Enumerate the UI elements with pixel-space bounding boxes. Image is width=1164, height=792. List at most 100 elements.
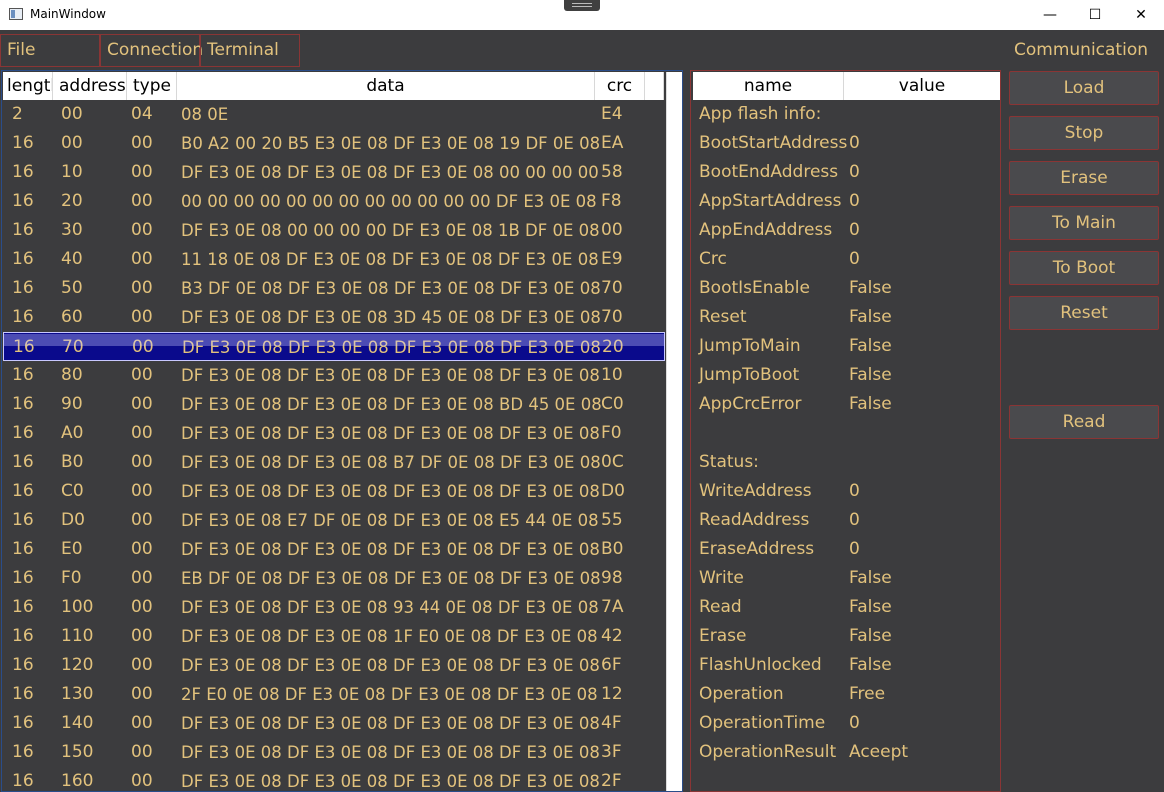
cell-crc: 98 xyxy=(601,568,623,588)
hex-records-table[interactable]: length address type data crc 2 00 04 08 0E E… xyxy=(1,70,683,792)
cell-length: 16 xyxy=(13,337,35,357)
table-row[interactable]: 16 20 00 00 00 00 00 00 00 00 00 00 00 00 0… xyxy=(3,187,665,216)
menu-connection[interactable]: Connection xyxy=(100,34,203,67)
cell-data: DF E3 0E 08 DF E3 0E 08 B7 DF 0E 08 DF E… xyxy=(181,453,601,472)
cell-address: E0 xyxy=(61,539,83,559)
cell-data: DF E3 0E 08 DF E3 0E 08 DF E3 0E 08 DF E… xyxy=(181,772,600,791)
table-row[interactable]: 16 00 00 B0 A2 00 20 B5 E3 0E 08 DF E3 0E 0… xyxy=(3,129,665,158)
info-name: AppEndAddress xyxy=(699,220,833,240)
info-row[interactable]: Erase False xyxy=(691,622,1000,651)
info-row[interactable]: BootIsEnable False xyxy=(691,274,1000,303)
cell-address: 20 xyxy=(61,191,83,211)
to-main-button[interactable]: To Main xyxy=(1009,206,1159,240)
info-row[interactable]: Crc 0 xyxy=(691,245,1000,274)
info-row[interactable]: Operation Free xyxy=(691,680,1000,709)
info-row[interactable]: App flash info: xyxy=(691,100,1000,129)
column-header-crc[interactable]: crc xyxy=(595,72,645,100)
info-name: ReadAddress xyxy=(699,510,810,530)
info-row[interactable]: Reset False xyxy=(691,303,1000,332)
table-row[interactable]: 16 30 00 DF E3 0E 08 00 00 00 00 DF E3 0E 0… xyxy=(3,216,665,245)
table-row[interactable]: 16 90 00 DF E3 0E 08 DF E3 0E 08 DF E3 0E 0… xyxy=(3,390,665,419)
cell-data: DF E3 0E 08 DF E3 0E 08 DF E3 0E 08 DF E… xyxy=(181,482,600,501)
column-header-length[interactable]: length xyxy=(3,72,53,100)
cell-crc: 70 xyxy=(601,307,623,327)
table-row[interactable]: 16 50 00 B3 DF 0E 08 DF E3 0E 08 DF E3 0E 0… xyxy=(3,274,665,303)
app-window-icon xyxy=(9,8,23,20)
info-row[interactable]: AppStartAddress 0 xyxy=(691,187,1000,216)
info-value: 0 xyxy=(849,162,860,182)
cell-length: 16 xyxy=(12,307,34,327)
cell-type: 00 xyxy=(131,220,153,240)
table-row[interactable]: 16 140 00 DF E3 0E 08 DF E3 0E 08 DF E3 0E … xyxy=(3,709,665,738)
column-header-name[interactable]: name xyxy=(693,72,844,100)
table-row[interactable]: 16 100 00 DF E3 0E 08 DF E3 0E 08 93 44 0E … xyxy=(3,593,665,622)
column-header-address[interactable]: address xyxy=(53,72,127,100)
info-row[interactable]: BootStartAddress 0 xyxy=(691,129,1000,158)
info-row[interactable]: AppCrcError False xyxy=(691,390,1000,419)
table-row[interactable]: 16 160 00 DF E3 0E 08 DF E3 0E 08 DF E3 0E … xyxy=(3,767,665,791)
table-row[interactable]: 16 A0 00 DF E3 0E 08 DF E3 0E 08 DF E3 0E 0… xyxy=(3,419,665,448)
cell-crc: 4F xyxy=(601,713,622,733)
cell-address: 110 xyxy=(61,626,94,646)
table-row[interactable]: 16 D0 00 DF E3 0E 08 E7 DF 0E 08 DF E3 0E 0… xyxy=(3,506,665,535)
load-button[interactable]: Load xyxy=(1009,71,1159,105)
info-row[interactable]: AppEndAddress 0 xyxy=(691,216,1000,245)
info-row[interactable]: WriteAddress 0 xyxy=(691,477,1000,506)
info-value: False xyxy=(849,597,892,617)
info-row[interactable]: ReadAddress 0 xyxy=(691,506,1000,535)
column-header-data[interactable]: data xyxy=(177,72,595,100)
menu-file[interactable]: File xyxy=(0,34,100,67)
table-row[interactable]: 16 E0 00 DF E3 0E 08 DF E3 0E 08 DF E3 0E 0… xyxy=(3,535,665,564)
erase-button[interactable]: Erase xyxy=(1009,161,1159,195)
info-value: 0 xyxy=(849,539,860,559)
cell-data: 00 00 00 00 00 00 00 00 00 00 00 00 DF E… xyxy=(181,192,597,211)
table-row[interactable]: 16 130 00 2F E0 0E 08 DF E3 0E 08 DF E3 0E … xyxy=(3,680,665,709)
close-button[interactable]: ✕ xyxy=(1118,0,1164,30)
info-name: BootIsEnable xyxy=(699,278,810,298)
to-boot-button[interactable]: To Boot xyxy=(1009,251,1159,285)
table-row[interactable]: 16 60 00 DF E3 0E 08 DF E3 0E 08 3D 45 0E 0… xyxy=(3,303,665,332)
table-row[interactable]: 16 80 00 DF E3 0E 08 DF E3 0E 08 DF E3 0E 0… xyxy=(3,361,665,390)
table-row[interactable]: 16 110 00 DF E3 0E 08 DF E3 0E 08 1F E0 0E … xyxy=(3,622,665,651)
table-row[interactable]: 16 40 00 11 18 0E 08 DF E3 0E 08 DF E3 0E 0… xyxy=(3,245,665,274)
maximize-button[interactable]: ☐ xyxy=(1072,0,1118,30)
table-row[interactable]: 16 150 00 DF E3 0E 08 DF E3 0E 08 DF E3 0E … xyxy=(3,738,665,767)
info-row[interactable]: JumpToMain False xyxy=(691,332,1000,361)
table-row[interactable]: 16 C0 00 DF E3 0E 08 DF E3 0E 08 DF E3 0E 0… xyxy=(3,477,665,506)
info-row[interactable]: Read False xyxy=(691,593,1000,622)
info-row[interactable]: JumpToBoot False xyxy=(691,361,1000,390)
reset-button[interactable]: Reset xyxy=(1009,296,1159,330)
info-row[interactable]: Write False xyxy=(691,564,1000,593)
cell-data: EB DF 0E 08 DF E3 0E 08 DF E3 0E 08 DF E… xyxy=(181,569,601,588)
info-row[interactable]: EraseAddress 0 xyxy=(691,535,1000,564)
info-row[interactable]: OperationTime 0 xyxy=(691,709,1000,738)
cell-length: 16 xyxy=(12,684,34,704)
minimize-button[interactable]: — xyxy=(1027,0,1073,30)
info-row[interactable] xyxy=(691,419,1000,448)
menu-terminal[interactable]: Terminal xyxy=(200,34,300,67)
info-row[interactable]: Status: xyxy=(691,448,1000,477)
read-button[interactable]: Read xyxy=(1009,405,1159,439)
table-row[interactable]: 16 F0 00 EB DF 0E 08 DF E3 0E 08 DF E3 0E 0… xyxy=(3,564,665,593)
vertical-scrollbar[interactable] xyxy=(666,72,682,791)
cell-crc: 10 xyxy=(601,365,623,385)
stop-button[interactable]: Stop xyxy=(1009,116,1159,150)
info-row[interactable]: FlashUnlocked False xyxy=(691,651,1000,680)
info-name: EraseAddress xyxy=(699,539,815,559)
cell-type: 00 xyxy=(131,626,153,646)
table-row[interactable]: 16 70 00 DF E3 0E 08 DF E3 0E 08 DF E3 0E 0… xyxy=(3,332,665,361)
info-row[interactable]: OperationResult Aceept xyxy=(691,738,1000,767)
table-row[interactable]: 16 B0 00 DF E3 0E 08 DF E3 0E 08 B7 DF 0E 0… xyxy=(3,448,665,477)
table-row[interactable]: 16 120 00 DF E3 0E 08 DF E3 0E 08 DF E3 0E … xyxy=(3,651,665,680)
info-row[interactable]: BootEndAddress 0 xyxy=(691,158,1000,187)
info-name: BootStartAddress xyxy=(699,133,848,153)
info-value: 0 xyxy=(849,133,860,153)
column-header-value[interactable]: value xyxy=(844,72,1000,100)
table-row[interactable]: 2 00 04 08 0E E4 xyxy=(3,100,665,129)
device-info-table: name value App flash info: BootStartAddre… xyxy=(690,70,1001,792)
table-row[interactable]: 16 10 00 DF E3 0E 08 DF E3 0E 08 DF E3 0E 0… xyxy=(3,158,665,187)
cell-crc: 7A xyxy=(601,597,624,617)
column-header-type[interactable]: type xyxy=(127,72,177,100)
drag-handle-icon[interactable] xyxy=(564,0,600,11)
cell-type: 00 xyxy=(131,365,153,385)
